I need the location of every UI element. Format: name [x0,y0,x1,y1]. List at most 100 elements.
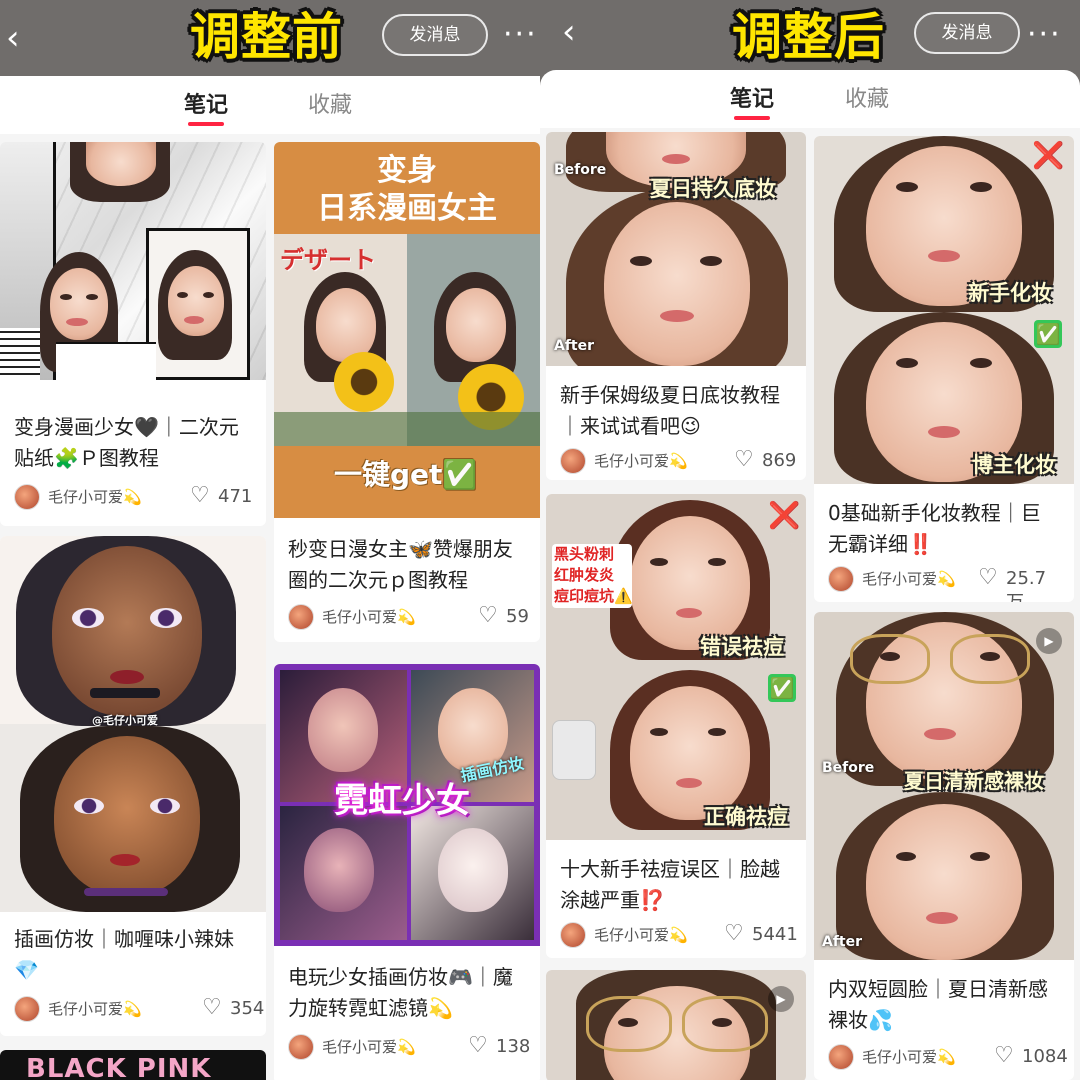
avatar[interactable] [288,604,314,630]
symptom-text: 痘印痘坑⚠️ [554,587,633,605]
note-title-line: 力旋转霓虹滤镜💫 [288,996,453,1020]
note-card[interactable]: Before 夏日持久底妆 After 新手保姆级夏日底妆教程 ｜来试试看吧😉 … [546,132,806,480]
after-label: After [554,338,595,354]
note-card[interactable]: 变身漫画少女🖤｜二次元 贴纸🧩Ｐ图教程 毛仔小可爱💫 ♡ 471 [0,142,266,526]
notes-feed: Before 夏日持久底妆 After 新手保姆级夏日底妆教程 ｜来试试看吧😉 … [540,128,1080,1080]
heart-icon[interactable]: ♡ [724,920,744,948]
like-count: 1084 [1022,1046,1068,1067]
heart-icon[interactable]: ♡ [190,482,210,510]
magazine-logo-text: デザート [280,246,376,274]
back-arrow-icon[interactable]: ‹ [6,18,36,58]
tab-bar: 笔记 收藏 [0,76,540,132]
back-arrow-icon[interactable]: ‹ [562,12,592,52]
tab-active-indicator [188,122,224,126]
note-title: 十大新手祛痘误区｜脸越 涂越严重⁉️ [560,854,794,916]
author-name[interactable]: 毛仔小可爱💫 [594,923,688,947]
thumbnail-overlay-text: 日系漫画女主 [317,191,497,226]
note-card[interactable]: ▶ Before 夏日清新感裸妆 After 内双短圆脸｜夏日清新感 裸妆💦 毛… [814,612,1074,1080]
like-count: 354 [230,998,265,1019]
check-mark-icon: ✅ [768,674,796,702]
send-message-button[interactable]: 发消息 [382,14,488,56]
note-card[interactable]: ▶ [546,970,806,1080]
note-title-line: 插画仿妆｜咖喱味小辣妹 [14,927,234,951]
note-title-line: 💎 [14,958,39,982]
note-card[interactable]: ❌ 新手化妆 ✅ 博主化妆 0基础新手化妆教程｜巨 无霸详细‼️ 毛仔小可爱💫 … [814,136,1074,602]
author-name[interactable]: 毛仔小可爱💫 [862,567,956,591]
avatar[interactable] [14,996,40,1022]
note-card[interactable]: @毛仔小可爱 插画仿妆｜咖喱味小辣妹 💎 毛仔小可爱💫 ♡ 354 [0,536,266,1036]
note-title: 新手保姆级夏日底妆教程 ｜来试试看吧😉 [560,380,794,442]
note-thumbnail: BLACK PINK [0,1050,266,1080]
panel-title: 调整后 [732,8,885,66]
note-card[interactable]: BLACK PINK [0,1050,266,1080]
note-title-line: ｜来试试看吧😉 [560,414,701,438]
like-count: 138 [496,1036,531,1057]
note-thumbnail: ❌ 新手化妆 ✅ 博主化妆 [814,136,1074,484]
panel-title: 调整前 [190,8,343,66]
note-title: 变身漫画少女🖤｜二次元 贴纸🧩Ｐ图教程 [14,412,254,474]
tab-favorites[interactable]: 收藏 [308,90,352,122]
heart-icon[interactable]: ♡ [978,564,998,592]
send-message-button[interactable]: 发消息 [914,12,1020,54]
note-title: 0基础新手化妆教程｜巨 无霸详细‼️ [828,498,1062,560]
like-count: 869 [762,450,797,471]
tab-notes[interactable]: 笔记 [184,90,228,122]
avatar[interactable] [828,1044,854,1070]
note-card[interactable]: 黑头粉刺 红肿发炎 痘印痘坑⚠️ ❌ 错误祛痘 ✅ 正确祛痘 十大新手祛痘误区｜… [546,494,806,958]
symptom-text: 红肿发炎 [554,566,615,584]
more-icon[interactable]: ··· [1027,20,1062,50]
note-title-line: 十大新手祛痘误区｜脸越 [560,857,780,881]
author-name[interactable]: 毛仔小可爱💫 [48,485,142,509]
author-name[interactable]: 毛仔小可爱💫 [594,449,688,473]
author-name[interactable]: 毛仔小可爱💫 [322,1035,416,1059]
tab-notes[interactable]: 笔记 [730,84,774,116]
note-meta: 毛仔小可爱💫 ♡ 59 [288,602,530,632]
tab-active-indicator [734,116,770,120]
note-title-line: 0基础新手化妆教程｜巨 [828,501,1041,525]
avatar[interactable] [14,484,40,510]
note-title: 插画仿妆｜咖喱味小辣妹 💎 [14,924,254,986]
note-title-line: 涂越严重⁉️ [560,888,665,912]
note-card[interactable]: 变身 日系漫画女主 デザート 一键get✅ 秒变日漫女主🦋赞爆朋友 圈的二次元ｐ… [274,142,540,642]
note-title: 电玩少女插画仿妆🎮｜魔 力旋转霓虹滤镜💫 [288,962,528,1024]
top-bar: ‹ 调整前 发消息 ··· [0,0,540,80]
thumbnail-overlay-text: 博主化妆 [972,453,1056,477]
author-name[interactable]: 毛仔小可爱💫 [862,1045,956,1069]
thumbnail-overlay-text: 新手化妆 [968,281,1052,305]
thumbnail-overlay-text: 一键get✅ [334,458,478,491]
heart-icon[interactable]: ♡ [994,1042,1014,1070]
note-meta: 毛仔小可爱💫 ♡ 5441 [560,920,798,950]
heart-icon[interactable]: ♡ [202,994,222,1022]
top-bar: ‹ 调整后 发消息 ··· [540,0,1080,80]
heart-icon[interactable]: ♡ [468,1032,488,1060]
note-meta: 毛仔小可爱💫 ♡ 25.7万 [828,564,1064,602]
avatar[interactable] [288,1034,314,1060]
thumbnail-overlay-text: 变身 [377,153,437,188]
tab-bar: 笔记 收藏 [540,70,1080,126]
like-count: 471 [218,486,253,507]
like-count: 25.7万 [1006,568,1047,602]
more-icon[interactable]: ··· [503,20,538,50]
heart-icon[interactable]: ♡ [478,602,498,630]
after-label: After [822,934,863,950]
like-count: 59 [506,606,529,627]
avatar[interactable] [828,566,854,592]
note-title: 秒变日漫女主🦋赞爆朋友 圈的二次元ｐ图教程 [288,534,528,596]
note-thumbnail: 黑头粉刺 红肿发炎 痘印痘坑⚠️ ❌ 错误祛痘 ✅ 正确祛痘 [546,494,806,840]
note-meta: 毛仔小可爱💫 ♡ 1084 [828,1042,1068,1072]
note-meta: 毛仔小可爱💫 ♡ 471 [14,482,256,512]
before-label: Before [822,760,875,776]
like-count: 5441 [752,924,798,945]
heart-icon[interactable]: ♡ [734,446,754,474]
note-title-line: 电玩少女插画仿妆🎮｜魔 [288,965,513,989]
avatar[interactable] [560,922,586,948]
note-title-line: 内双短圆脸｜夏日清新感 [828,977,1048,1001]
tab-favorites[interactable]: 收藏 [845,84,889,116]
author-name[interactable]: 毛仔小可爱💫 [48,997,142,1021]
thumbnail-overlay-text: 错误祛痘 [700,635,784,659]
note-card[interactable]: 霓虹少女 插画仿妆 电玩少女插画仿妆🎮｜魔 力旋转霓虹滤镜💫 毛仔小可爱💫 ♡ … [274,664,540,1080]
note-title-line: 新手保姆级夏日底妆教程 [560,383,780,407]
author-name[interactable]: 毛仔小可爱💫 [322,605,416,629]
avatar[interactable] [560,448,586,474]
note-thumbnail: 变身 日系漫画女主 デザート 一键get✅ [274,142,540,518]
